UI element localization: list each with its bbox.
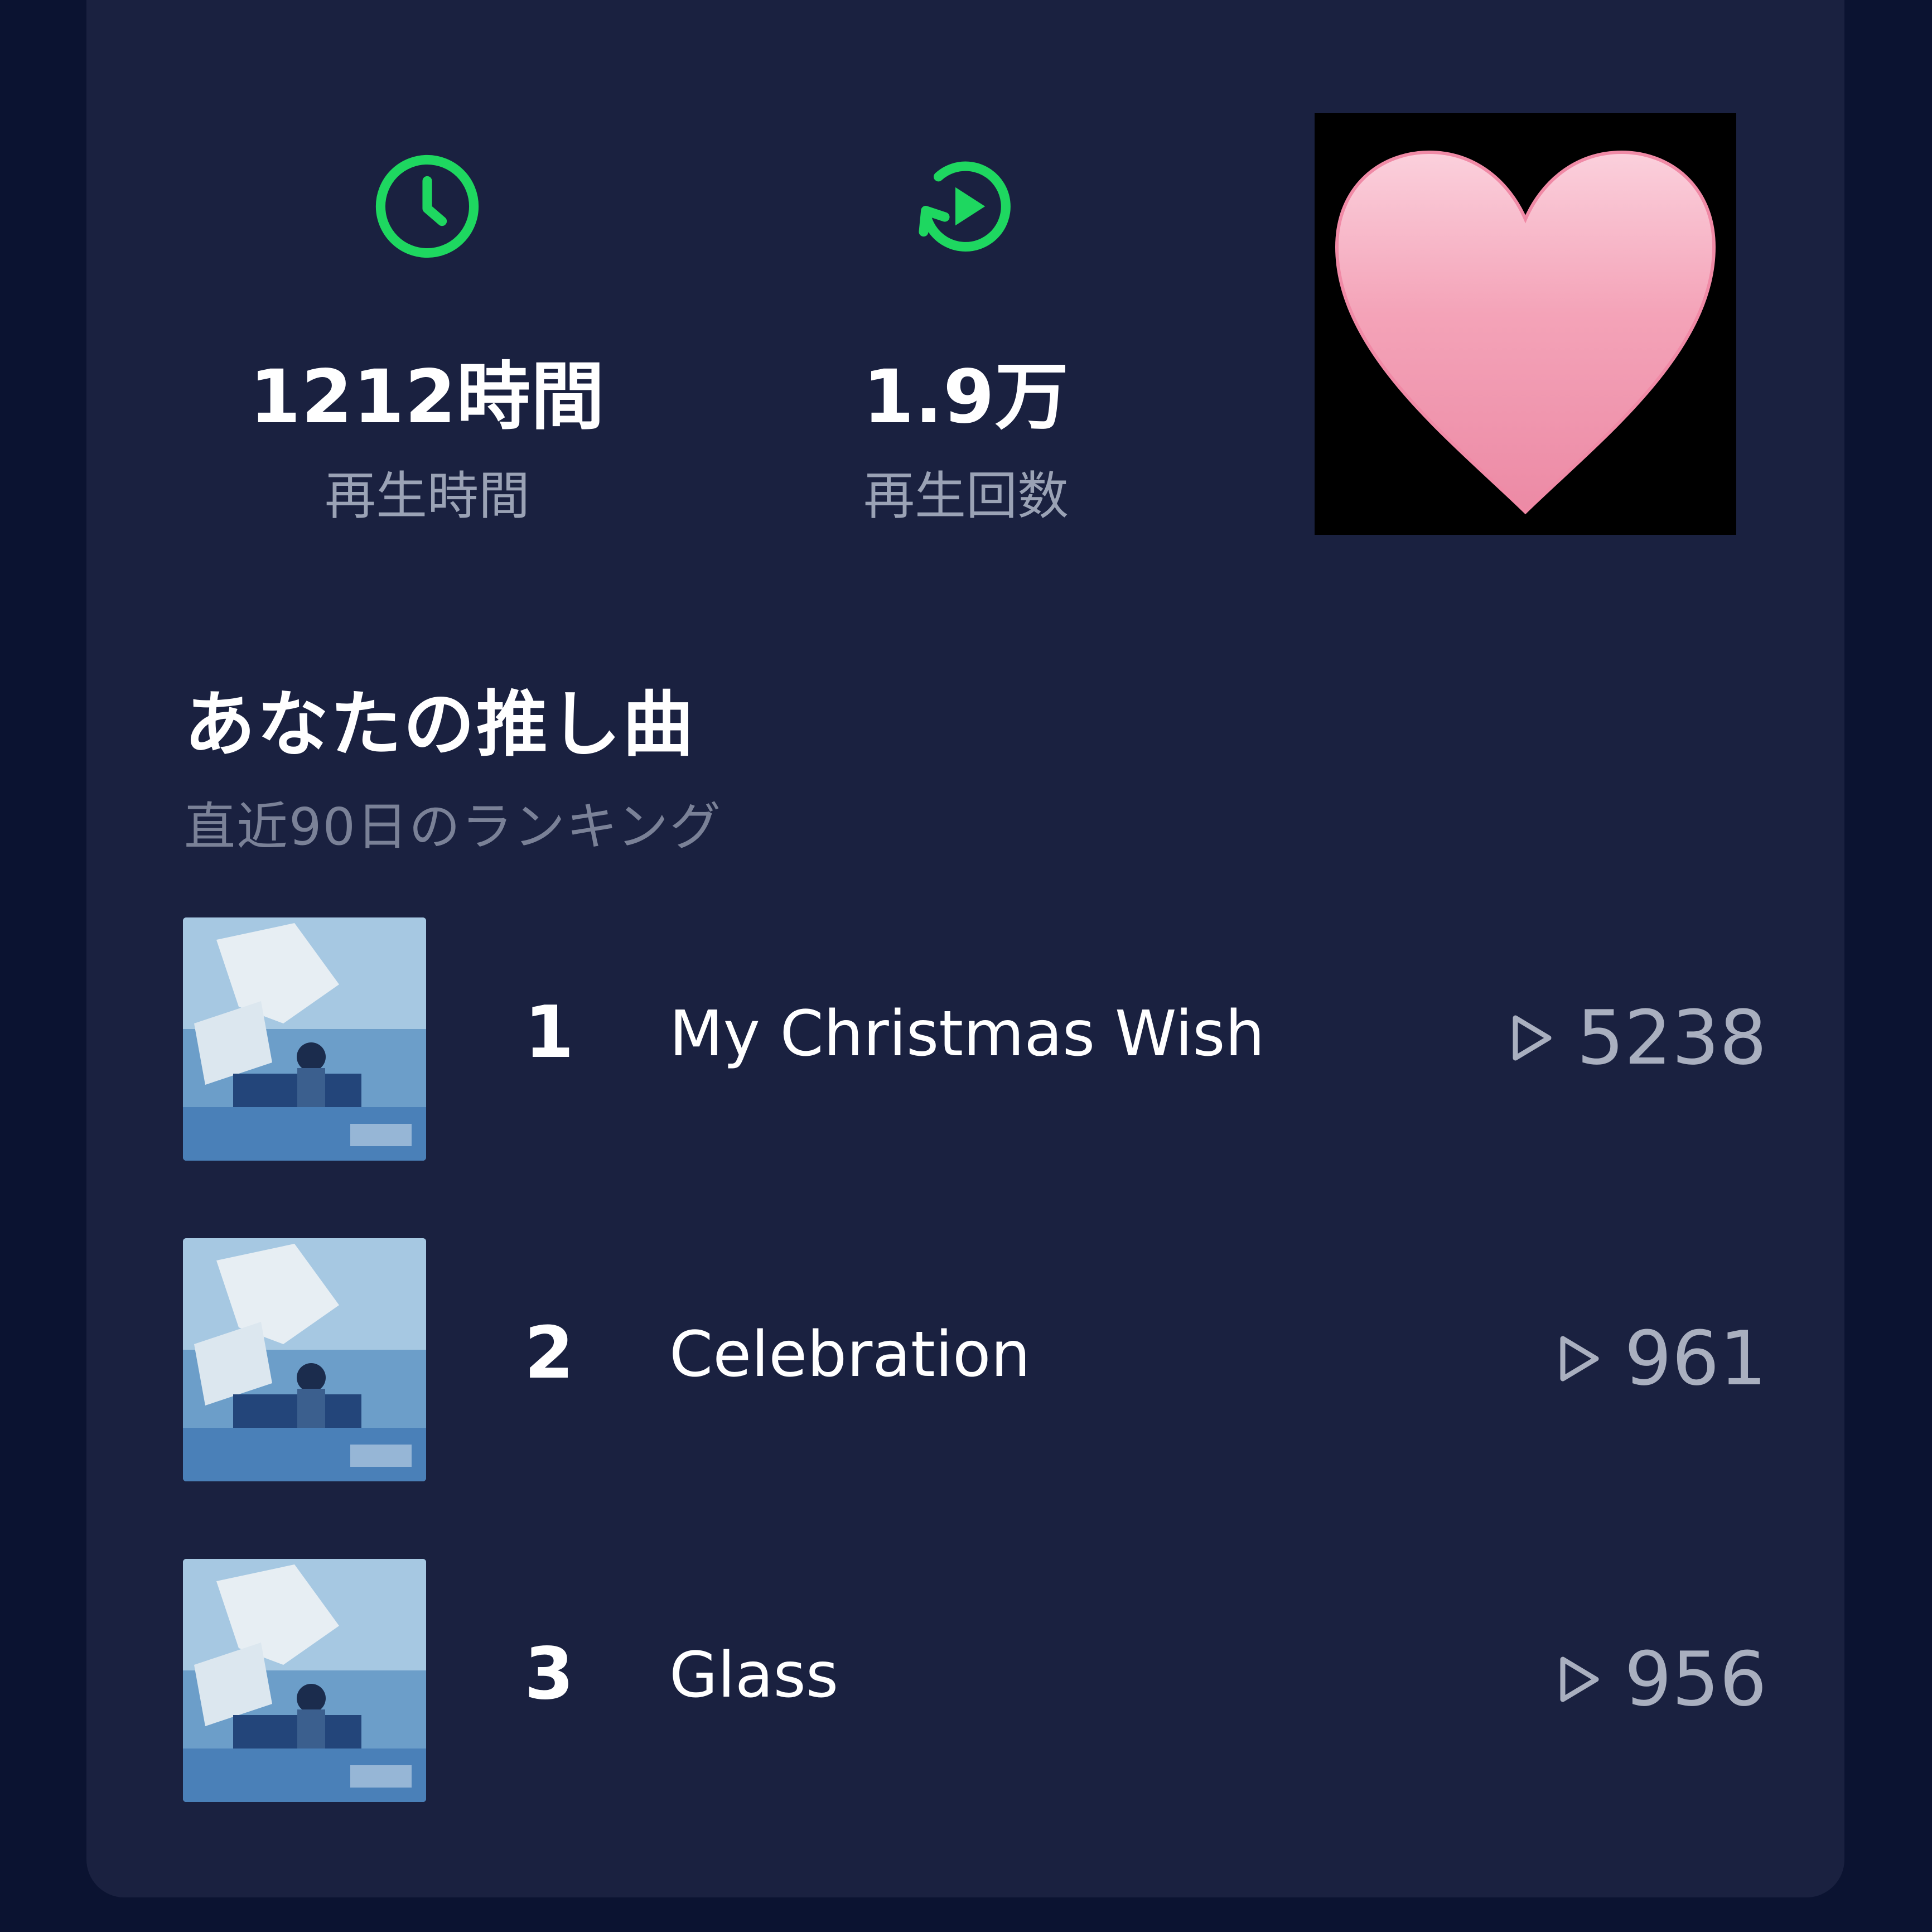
play-outline-icon — [1513, 1015, 1552, 1061]
track-play-count: 956 — [1558, 1636, 1767, 1723]
track-play-count: 5238 — [1511, 994, 1767, 1081]
ranking-title: あなたの推し曲 — [184, 683, 696, 766]
track-rank: 3 — [524, 1632, 574, 1716]
clock-icon — [375, 154, 479, 258]
play-count-text: 956 — [1624, 1636, 1767, 1723]
track-row-1[interactable]: 1 My Christmas Wish 5238 — [183, 917, 1767, 1163]
play-time-value: 1212時間 — [249, 354, 605, 440]
track-rank: 1 — [524, 991, 574, 1074]
play-count-text: 5238 — [1576, 994, 1767, 1081]
pink-heart-icon — [1335, 150, 1716, 515]
track-play-count: 961 — [1558, 1315, 1767, 1402]
play-time-label: 再生時間 — [324, 466, 530, 526]
album-cover — [183, 917, 426, 1161]
ranking-subtitle: 直近90日のランキング — [184, 797, 722, 857]
play-outline-icon — [1560, 1656, 1599, 1702]
track-row-2[interactable]: 2 Celebration 961 — [183, 1238, 1767, 1484]
album-cover — [183, 1238, 426, 1481]
play-outline-icon — [1560, 1336, 1599, 1382]
play-count-value: 1.9万 — [863, 354, 1069, 440]
play-count-text: 961 — [1624, 1315, 1767, 1402]
track-title: Celebration — [669, 1318, 1031, 1391]
album-cover — [183, 1559, 426, 1802]
track-title: My Christmas Wish — [669, 998, 1265, 1070]
heart-sticker — [1315, 113, 1736, 535]
play-count-label: 再生回数 — [863, 466, 1069, 526]
replay-icon — [919, 161, 1011, 252]
track-title: Glass — [669, 1639, 839, 1712]
track-row-3[interactable]: 3 Glass 956 — [183, 1559, 1767, 1804]
track-rank: 2 — [524, 1312, 574, 1395]
